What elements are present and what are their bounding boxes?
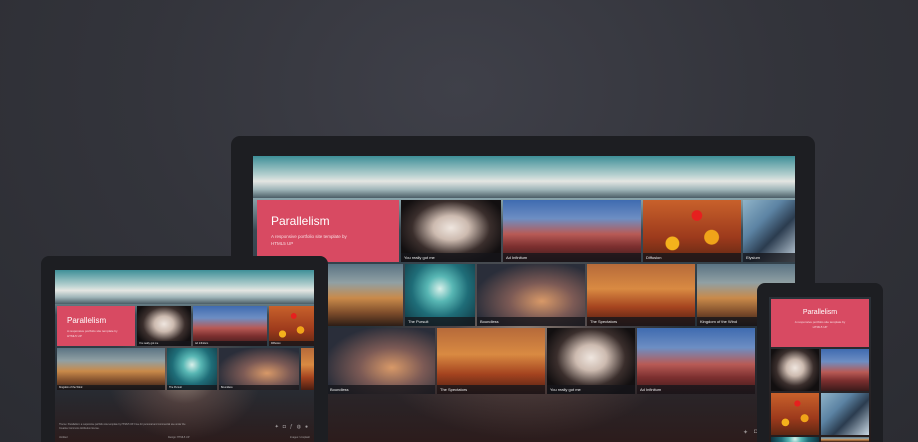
twitter-icon[interactable]: ✦ [275,424,279,430]
portfolio-tile[interactable]: You really got me [547,328,635,394]
portfolio-tile[interactable] [327,264,403,326]
tablet-footer-mid: Design: HTML5 UP [167,435,190,439]
portfolio-tile[interactable]: Kingdom of the Wind [57,348,165,390]
portfolio-tile[interactable]: The Pursuit [167,348,217,390]
portfolio-tile[interactable]: The Spectators [437,328,545,394]
tile-caption: You really got me [137,341,191,346]
tile-caption: The Spectators [437,385,545,394]
brand-description: A responsive portfolio site template by … [271,234,347,246]
tile-caption: The Pursuit [167,385,217,390]
desktop-screen: Parallelism A responsive portfolio site … [253,156,795,442]
brand-title: Parallelism [802,309,838,316]
tablet-hero-sky [55,270,314,304]
brand-title: Parallelism [67,316,107,325]
portfolio-tile[interactable]: The Pursuit [405,264,475,326]
tablet-brand-panel[interactable]: Parallelism A responsive portfolio site … [57,306,135,346]
phone-device: Parallelism A responsive portfolio site … [757,283,883,442]
tablet-footer-right: Images: Unsplash [289,435,310,439]
tablet-footer-bar: Untitled Design: HTML5 UP Images: Unspla… [55,434,314,440]
portfolio-tile[interactable]: Boundless [477,264,585,326]
portfolio-tile[interactable] [821,349,869,391]
tile-caption: Ad Infinitum [503,253,641,262]
tablet-screen: Parallelism A responsive portfolio site … [55,270,314,442]
github-icon[interactable]: ● [305,424,308,430]
twitter-icon[interactable]: ✦ [743,429,748,436]
portfolio-tile[interactable]: Elysium [743,200,795,262]
instagram-icon[interactable]: ◘ [283,424,286,430]
tile-caption: Boundless [327,385,435,394]
portfolio-tile[interactable]: Ad Infinitum [637,328,755,394]
portfolio-tile[interactable]: Ad Infinitum [503,200,641,262]
portfolio-tile[interactable]: Boundless [219,348,299,390]
desktop-hero-sky [253,156,795,198]
portfolio-tile[interactable] [821,393,869,435]
tile-caption: The Pursuit [405,317,475,326]
tile-caption: Kingdom of the Wind [57,385,165,390]
desktop-brand-panel[interactable]: Parallelism A responsive portfolio site … [257,200,399,262]
dribbble-icon[interactable]: ◍ [297,424,301,430]
tablet-social-icons: ✦ ◘ ƒ ◍ ● [275,424,308,430]
tile-caption: You really got me [401,253,501,262]
brand-description: A responsive portfolio site template by … [67,329,118,338]
portfolio-tile[interactable]: Diffusion [643,200,741,262]
portfolio-tile[interactable]: Ad Infinitum [193,306,267,346]
portfolio-tile[interactable]: Diffusion [269,306,314,346]
tile-caption: Diffusion [643,253,741,262]
tile-caption: Ad Infinitum [637,385,755,394]
tile-caption: Ad Infinitum [193,341,267,346]
tile-caption: Boundless [477,317,585,326]
portfolio-tile[interactable] [301,348,314,390]
portfolio-tile[interactable]: Boundless [327,328,435,394]
tile-caption: Boundless [219,385,299,390]
portfolio-tile[interactable] [821,437,869,442]
portfolio-tile[interactable] [771,393,819,435]
tablet-footer-credit: Theme: Parallelism: a responsive portfol… [59,423,186,430]
tablet-footer-left: Untitled [59,435,68,439]
portfolio-tile[interactable]: The Spectators [587,264,695,326]
tile-caption: Elysium [743,253,795,262]
portfolio-tile[interactable] [771,349,819,391]
phone-brand-panel[interactable]: Parallelism A responsive portfolio site … [771,299,869,347]
brand-title: Parallelism [271,214,330,228]
tile-caption: You really got me [547,385,635,394]
tablet-device: Parallelism A responsive portfolio site … [41,256,328,442]
portfolio-tile[interactable] [771,437,819,442]
portfolio-tile[interactable]: You really got me [137,306,191,346]
phone-screen: Parallelism A responsive portfolio site … [769,297,871,442]
tile-caption: The Spectators [587,317,695,326]
tile-caption: Diffusion [269,341,314,346]
brand-description: A responsive portfolio site template by … [794,320,846,329]
facebook-icon[interactable]: ƒ [290,424,293,430]
portfolio-tile[interactable]: You really got me [401,200,501,262]
